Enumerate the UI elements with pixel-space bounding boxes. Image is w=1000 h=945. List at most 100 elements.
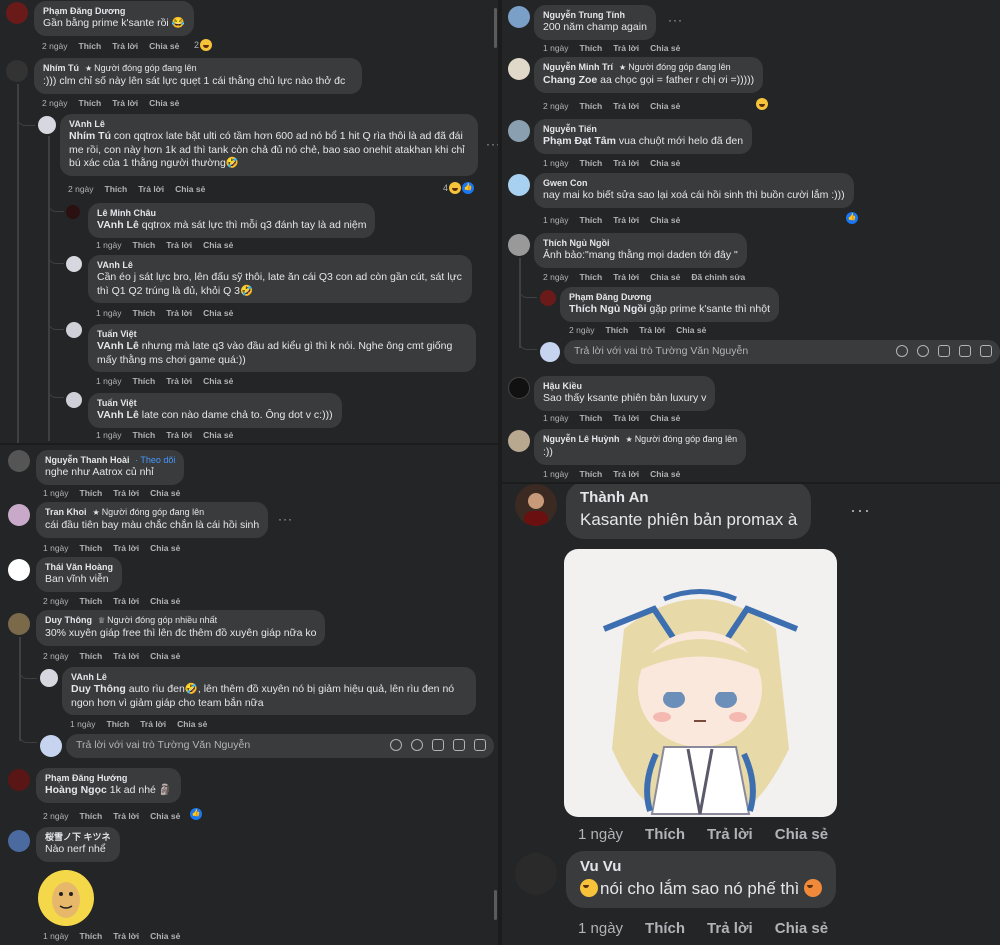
- share-button[interactable]: Chia sẻ: [149, 98, 179, 108]
- reply-button[interactable]: Trả lời: [613, 215, 639, 225]
- sticker-image[interactable]: [564, 549, 837, 817]
- like-button[interactable]: Thích: [645, 920, 685, 937]
- reply-button[interactable]: Trả lời: [113, 931, 139, 941]
- avatar[interactable]: [508, 377, 530, 399]
- reply-button[interactable]: Trả lời: [140, 719, 166, 729]
- gif-icon[interactable]: [959, 345, 971, 357]
- share-button[interactable]: Chia sẻ: [650, 43, 680, 53]
- avatar[interactable]: [66, 322, 82, 338]
- share-button[interactable]: Chia sẻ: [150, 811, 180, 821]
- emoji-icon[interactable]: [917, 345, 929, 357]
- avatar[interactable]: [6, 2, 28, 24]
- avatar[interactable]: [6, 60, 28, 82]
- reply-button[interactable]: Trả lời: [613, 158, 639, 168]
- like-button[interactable]: Thích: [645, 826, 685, 843]
- scrollbar[interactable]: [494, 890, 497, 920]
- comment-time[interactable]: 2 ngày: [42, 41, 68, 51]
- comment-author[interactable]: Nguyễn Minh Trí: [543, 62, 613, 72]
- avatar[interactable]: [8, 769, 30, 791]
- comment-author[interactable]: Gwen Con: [543, 177, 845, 189]
- share-button[interactable]: Chia sẻ: [775, 920, 828, 937]
- avatar[interactable]: [66, 392, 82, 408]
- comment-author[interactable]: 桜雪ノ下 キツネ: [45, 831, 111, 843]
- reply-button[interactable]: Trả lời: [707, 920, 753, 937]
- reply-button[interactable]: Trả lời: [166, 240, 192, 250]
- avatar[interactable]: [8, 613, 30, 635]
- comment-author[interactable]: Phạm Đăng Dương: [43, 5, 185, 17]
- like-button[interactable]: Thích: [80, 651, 103, 661]
- reply-button[interactable]: Trả lời: [613, 413, 639, 423]
- comment-author[interactable]: VAnh Lê: [97, 259, 463, 271]
- avatar[interactable]: [540, 342, 560, 362]
- share-button[interactable]: Chia sẻ: [650, 413, 680, 423]
- scrollbar[interactable]: [494, 8, 497, 48]
- like-button[interactable]: Thích: [107, 719, 130, 729]
- share-button[interactable]: Chia sẻ: [150, 596, 180, 606]
- like-button[interactable]: Thích: [133, 240, 156, 250]
- comment-author[interactable]: VAnh Lê: [69, 118, 469, 130]
- share-button[interactable]: Chia sẻ: [177, 719, 207, 729]
- avatar[interactable]: [8, 450, 30, 472]
- like-button[interactable]: Thích: [80, 488, 103, 498]
- mention-link[interactable]: VAnh Lê: [97, 340, 139, 352]
- avatar[interactable]: [515, 853, 557, 895]
- reply-button[interactable]: Trả lời: [707, 826, 753, 843]
- mention-link[interactable]: VAnh Lê: [97, 219, 139, 231]
- avatar[interactable]: [38, 116, 56, 134]
- comment-author[interactable]: Thành An: [580, 488, 797, 508]
- comment-author[interactable]: Hậu Kiều: [543, 380, 706, 392]
- like-button[interactable]: Thích: [133, 430, 156, 440]
- avatar[interactable]: [8, 504, 30, 526]
- like-button[interactable]: Thích: [80, 811, 103, 821]
- comment-author[interactable]: Lê Minh Châu: [97, 207, 366, 219]
- share-button[interactable]: Chia sẻ: [203, 308, 233, 318]
- share-button[interactable]: Chia sẻ: [203, 430, 233, 440]
- mention-link[interactable]: Nhím Tú: [69, 130, 111, 142]
- comment-author[interactable]: Nguyễn Tiến: [543, 123, 743, 135]
- share-button[interactable]: Chia sẻ: [150, 651, 180, 661]
- reply-button[interactable]: Trả lời: [613, 101, 639, 111]
- reply-button[interactable]: Trả lời: [138, 184, 164, 194]
- share-button[interactable]: Chia sẻ: [775, 826, 828, 843]
- reply-button[interactable]: Trả lời: [613, 469, 639, 479]
- sticker-icon[interactable]: [980, 345, 992, 357]
- more-options-icon[interactable]: ···: [486, 137, 498, 151]
- avatar[interactable]: [508, 234, 530, 256]
- like-button[interactable]: Thích: [580, 43, 603, 53]
- reaction-count[interactable]: [756, 97, 768, 111]
- avatar[interactable]: [8, 830, 30, 852]
- comment-author[interactable]: Tran Khoi: [45, 507, 87, 517]
- reaction-count[interactable]: 2: [194, 38, 213, 52]
- share-button[interactable]: Chia sẻ: [676, 325, 706, 335]
- emoji-icon[interactable]: [411, 739, 423, 751]
- like-button[interactable]: Thích: [580, 158, 603, 168]
- avatar[interactable]: [508, 430, 530, 452]
- more-options-icon[interactable]: ···: [850, 500, 871, 521]
- like-button[interactable]: Thích: [580, 413, 603, 423]
- share-button[interactable]: Chia sẻ: [203, 376, 233, 386]
- reply-button[interactable]: Trả lời: [639, 325, 665, 335]
- comment-author[interactable]: Phạm Đăng Dương: [569, 291, 770, 303]
- avatar[interactable]: [508, 58, 530, 80]
- mention-link[interactable]: Chang Zoe: [543, 74, 597, 86]
- reply-button[interactable]: Trả lời: [113, 596, 139, 606]
- reply-button[interactable]: Trả lời: [112, 98, 138, 108]
- share-button[interactable]: Chia sẻ: [650, 158, 680, 168]
- comment-author[interactable]: Nguyễn Trung Tính: [543, 9, 647, 21]
- reply-button[interactable]: Trả lời: [113, 651, 139, 661]
- comment-author[interactable]: VAnh Lê: [71, 671, 467, 683]
- reply-button[interactable]: Trả lời: [166, 430, 192, 440]
- reply-button[interactable]: Trả lời: [613, 43, 639, 53]
- avatar-sticker-icon[interactable]: [390, 739, 402, 751]
- like-button[interactable]: Thích: [133, 376, 156, 386]
- comment-author[interactable]: Nguyễn Thanh Hoài: [45, 455, 130, 465]
- avatar[interactable]: [540, 290, 556, 306]
- more-options-icon[interactable]: ···: [278, 512, 293, 526]
- share-button[interactable]: Chia sẻ: [650, 215, 680, 225]
- reply-button[interactable]: Trả lời: [112, 41, 138, 51]
- comment-author[interactable]: Thái Văn Hoàng: [45, 561, 113, 573]
- sticker-icon[interactable]: [474, 739, 486, 751]
- avatar[interactable]: [40, 735, 62, 757]
- reply-input[interactable]: Trả lời với vai trò Tường Văn Nguyễn: [564, 340, 1000, 364]
- comment-author[interactable]: Vu Vu: [580, 857, 822, 877]
